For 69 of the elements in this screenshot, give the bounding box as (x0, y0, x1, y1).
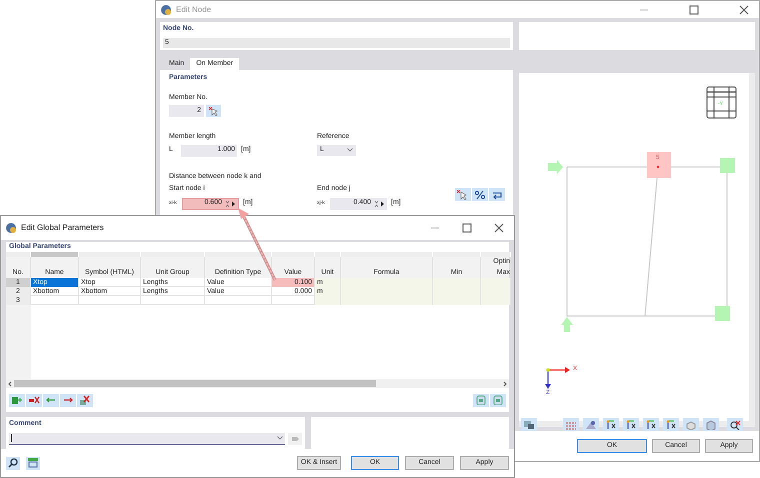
view-z-icon (645, 420, 657, 430)
units-button[interactable] (26, 456, 40, 470)
scrollbar-thumb[interactable] (14, 380, 376, 387)
table-cell (433, 296, 481, 305)
view-x-button[interactable] (603, 418, 619, 431)
chevron-down-icon (277, 436, 283, 440)
tag-icon (290, 436, 300, 442)
pick-button[interactable] (455, 188, 471, 201)
scroll-right-icon[interactable] (501, 380, 509, 388)
arrow-left-icon (45, 395, 57, 405)
import-button[interactable] (473, 394, 489, 406)
pick-button[interactable] (206, 105, 221, 117)
table-insert-button[interactable] (9, 394, 25, 406)
reverse-icon (491, 190, 503, 200)
percent-icon (474, 190, 486, 200)
horizontal-scrollbar[interactable] (6, 379, 509, 388)
node-highlight (647, 152, 671, 178)
delete-icon (79, 395, 91, 405)
spinner-icon[interactable] (373, 200, 385, 208)
arrow-right-button[interactable] (60, 394, 76, 406)
window-title: Edit Global Parameters (21, 222, 104, 234)
search-icon (8, 458, 18, 468)
view-options-icon (523, 420, 535, 430)
units-icon (28, 458, 38, 468)
search-button[interactable] (6, 456, 20, 470)
view-settings-icon (585, 420, 597, 430)
view-cube-icon[interactable] (706, 86, 736, 118)
axis-x-arrow (548, 367, 570, 373)
export-button[interactable] (490, 394, 506, 406)
spinner-icon[interactable] (224, 200, 236, 208)
view-z-button[interactable] (643, 418, 659, 431)
percent-button[interactable] (472, 188, 488, 201)
view-settings-button[interactable] (583, 418, 599, 431)
view-neg-z-icon (665, 420, 677, 430)
grid-lines-icon (565, 420, 577, 430)
comment-field[interactable] (9, 432, 285, 444)
delete-row-icon (28, 395, 40, 405)
close-icon[interactable] (494, 223, 504, 233)
scroll-left-icon[interactable] (6, 380, 14, 388)
cube-view-button[interactable] (703, 418, 719, 431)
window-title: Edit Node (176, 4, 212, 16)
support-icon (715, 306, 730, 321)
app-logo-icon (5, 222, 17, 234)
view-y-button[interactable] (623, 418, 639, 431)
table-insert-icon (11, 395, 23, 405)
zoom-reset-button[interactable] (727, 418, 743, 431)
export-icon (492, 395, 504, 405)
reverse-button[interactable] (489, 188, 505, 201)
delete-button[interactable] (77, 394, 93, 406)
delete-row-button[interactable] (26, 394, 42, 406)
chevron-down-icon (347, 148, 353, 152)
import-icon (475, 395, 487, 405)
arrow-right-icon (62, 395, 74, 405)
zoom-reset-icon (729, 420, 741, 430)
app-logo-icon (160, 4, 172, 16)
cursor-icon (209, 106, 218, 116)
arrow-left-button[interactable] (43, 394, 59, 406)
maximize-icon[interactable] (689, 4, 699, 14)
view-x-icon (605, 420, 617, 430)
view-neg-z-button[interactable] (663, 418, 679, 431)
pick-icon (457, 190, 469, 200)
view-options-button[interactable] (521, 418, 537, 431)
grid-lines-button[interactable] (563, 418, 579, 431)
close-icon[interactable] (739, 4, 749, 14)
axis-z-arrow (545, 368, 551, 389)
maximize-icon[interactable] (462, 223, 472, 233)
table-cell (481, 296, 511, 305)
view-y-icon (625, 420, 637, 430)
support-icon (720, 158, 735, 173)
